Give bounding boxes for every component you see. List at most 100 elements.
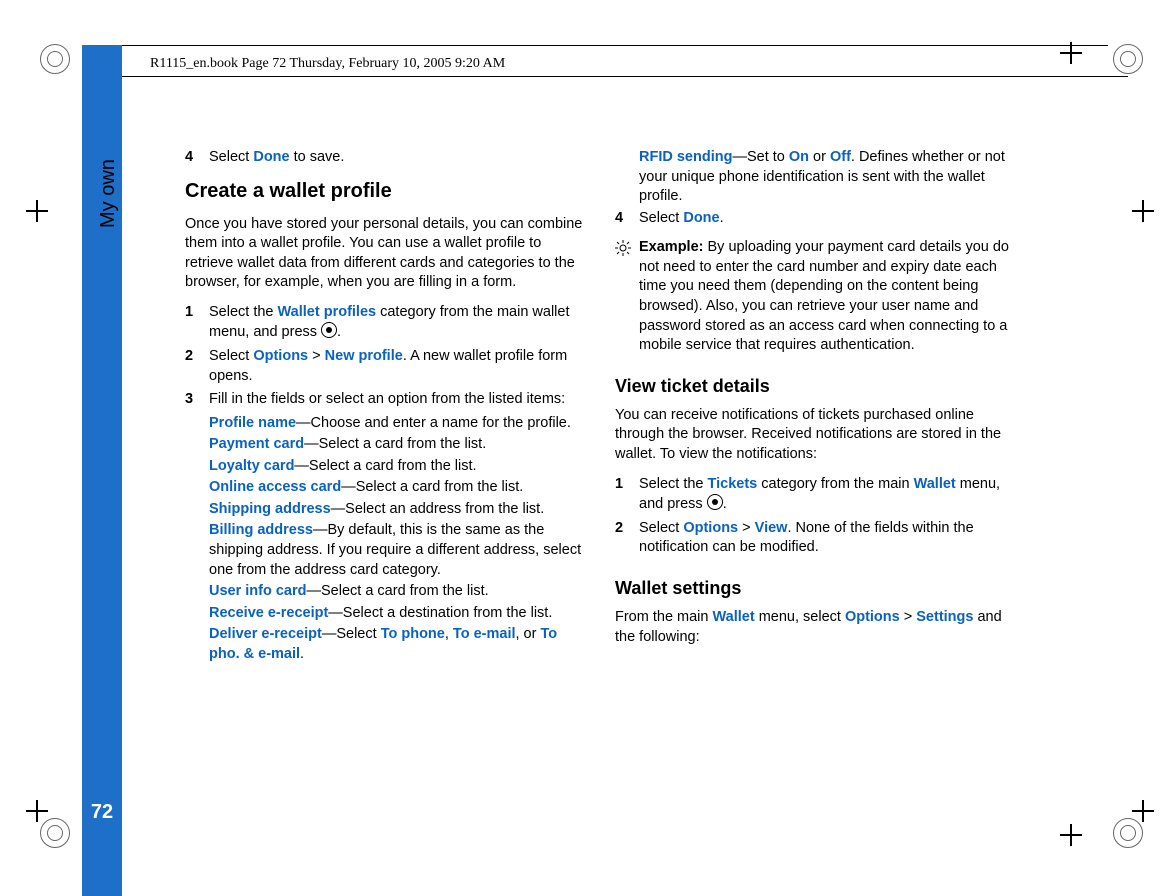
text: > (738, 520, 755, 536)
text: > (900, 609, 917, 625)
step-2: 2 Select Options > New profile. A new wa… (185, 347, 585, 386)
ui-term: Billing address (209, 522, 313, 538)
heading-create-wallet-profile: Create a wallet profile (185, 178, 585, 205)
joystick-icon (707, 494, 723, 510)
joystick-icon (321, 322, 337, 338)
def-payment: Payment card—Select a card from the list… (209, 435, 585, 455)
right-column: RFID sending—Set to On or Off. Defines w… (615, 148, 1015, 657)
text: —Select a card from the list. (294, 458, 476, 474)
text: —Select a card from the list. (341, 479, 523, 495)
intro-text: Once you have stored your personal detai… (185, 215, 585, 293)
step-number: 4 (185, 148, 193, 168)
def-online: Online access card—Select a card from th… (209, 478, 585, 498)
ui-term-wallet-profiles: Wallet profiles (278, 304, 377, 320)
def-deliver-ereceipt: Deliver e-receipt—Select To phone, To e-… (209, 625, 585, 664)
ui-term: Online access card (209, 479, 341, 495)
text: category from the main (757, 476, 913, 492)
text: From the main (615, 609, 713, 625)
ui-term-wallet: Wallet (914, 476, 956, 492)
ui-term: User info card (209, 583, 307, 599)
text: . (723, 496, 727, 512)
text: Fill in the fields or select an option f… (209, 391, 565, 407)
cross-mark-icon (1060, 824, 1082, 846)
def-billing: Billing address—By default, this is the … (209, 521, 585, 580)
ui-term-view: View (755, 520, 788, 536)
ui-term: To phone (381, 626, 445, 642)
text: Select (639, 210, 683, 226)
tip-icon (615, 240, 631, 256)
ui-term: Receive e-receipt (209, 605, 328, 621)
text: —Select a card from the list. (304, 436, 486, 452)
crop-mark-icon (40, 44, 70, 74)
cross-mark-icon (26, 200, 48, 222)
ui-term: RFID sending (639, 149, 732, 165)
heading-wallet-settings: Wallet settings (615, 576, 1015, 600)
text: to save. (290, 149, 345, 165)
text: —Select a destination from the list. (328, 605, 552, 621)
text: Select (209, 149, 253, 165)
step-4-done: 4 Select Done. (615, 209, 1015, 229)
ui-term-done: Done (683, 210, 719, 226)
ui-term: Loyalty card (209, 458, 294, 474)
text: —Set to (732, 149, 788, 165)
crop-mark-icon (1113, 44, 1143, 74)
ui-term-done: Done (253, 149, 289, 165)
ui-term-on: On (789, 149, 809, 165)
step-number: 1 (185, 303, 193, 323)
step-number: 2 (615, 519, 623, 539)
text: . (300, 646, 304, 662)
ui-term-options: Options (683, 520, 738, 536)
ui-term-tickets: Tickets (708, 476, 758, 492)
doc-header: R1115_en.book Page 72 Thursday, February… (150, 55, 505, 74)
def-profile-name: Profile name—Choose and enter a name for… (209, 414, 585, 434)
cross-mark-icon (1132, 200, 1154, 222)
wallet-settings-intro: From the main Wallet menu, select Option… (615, 608, 1015, 647)
step-1: 1 Select the Wallet profiles category fr… (185, 303, 585, 343)
text: , (445, 626, 453, 642)
example-note: Example: By uploading your payment card … (615, 238, 1015, 355)
heading-view-ticket-details: View ticket details (615, 374, 1015, 398)
text: Select the (209, 304, 278, 320)
ui-term-options: Options (253, 348, 308, 364)
ui-term: Profile name (209, 415, 296, 431)
text: . (337, 324, 341, 340)
step-number: 2 (185, 347, 193, 367)
section-side-label: My own (95, 159, 122, 228)
text: Select the (639, 476, 708, 492)
text: > (308, 348, 325, 364)
crop-mark-icon (40, 818, 70, 848)
def-rfid: RFID sending—Set to On or Off. Defines w… (615, 148, 1015, 207)
def-receive-ereceipt: Receive e-receipt—Select a destination f… (209, 604, 585, 624)
text: menu, select (755, 609, 845, 625)
def-userinfo: User info card—Select a card from the li… (209, 582, 585, 602)
example-text: By uploading your payment card details y… (639, 239, 1009, 353)
page: R1115_en.book Page 72 Thursday, February… (0, 0, 1168, 896)
step-3: 3 Fill in the fields or select an option… (185, 390, 585, 664)
left-column: 4 Select Done to save. Create a wallet p… (185, 148, 585, 674)
ui-term-new-profile: New profile (325, 348, 403, 364)
text: , or (516, 626, 541, 642)
ui-term: Shipping address (209, 501, 331, 517)
step-number: 4 (615, 209, 623, 229)
step-number: 1 (615, 475, 623, 495)
ticket-step-1: 1 Select the Tickets category from the m… (615, 475, 1015, 515)
text: . (720, 210, 724, 226)
text: —Select an address from the list. (331, 501, 545, 517)
def-shipping: Shipping address—Select an address from … (209, 500, 585, 520)
crop-mark-icon (1113, 818, 1143, 848)
ui-term: Payment card (209, 436, 304, 452)
ui-term: To e-mail (453, 626, 516, 642)
step-4-save: 4 Select Done to save. (185, 148, 585, 168)
text: —Choose and enter a name for the profile… (296, 415, 571, 431)
page-number: 72 (82, 799, 122, 826)
cross-mark-icon (1132, 800, 1154, 822)
hairline (82, 45, 1108, 46)
text: or (809, 149, 830, 165)
ui-term-options: Options (845, 609, 900, 625)
text: —Select a card from the list. (307, 583, 489, 599)
example-label: Example: (639, 239, 703, 255)
ui-term-settings: Settings (916, 609, 973, 625)
step-number: 3 (185, 390, 193, 410)
text: —Select (322, 626, 381, 642)
text: Select (639, 520, 683, 536)
